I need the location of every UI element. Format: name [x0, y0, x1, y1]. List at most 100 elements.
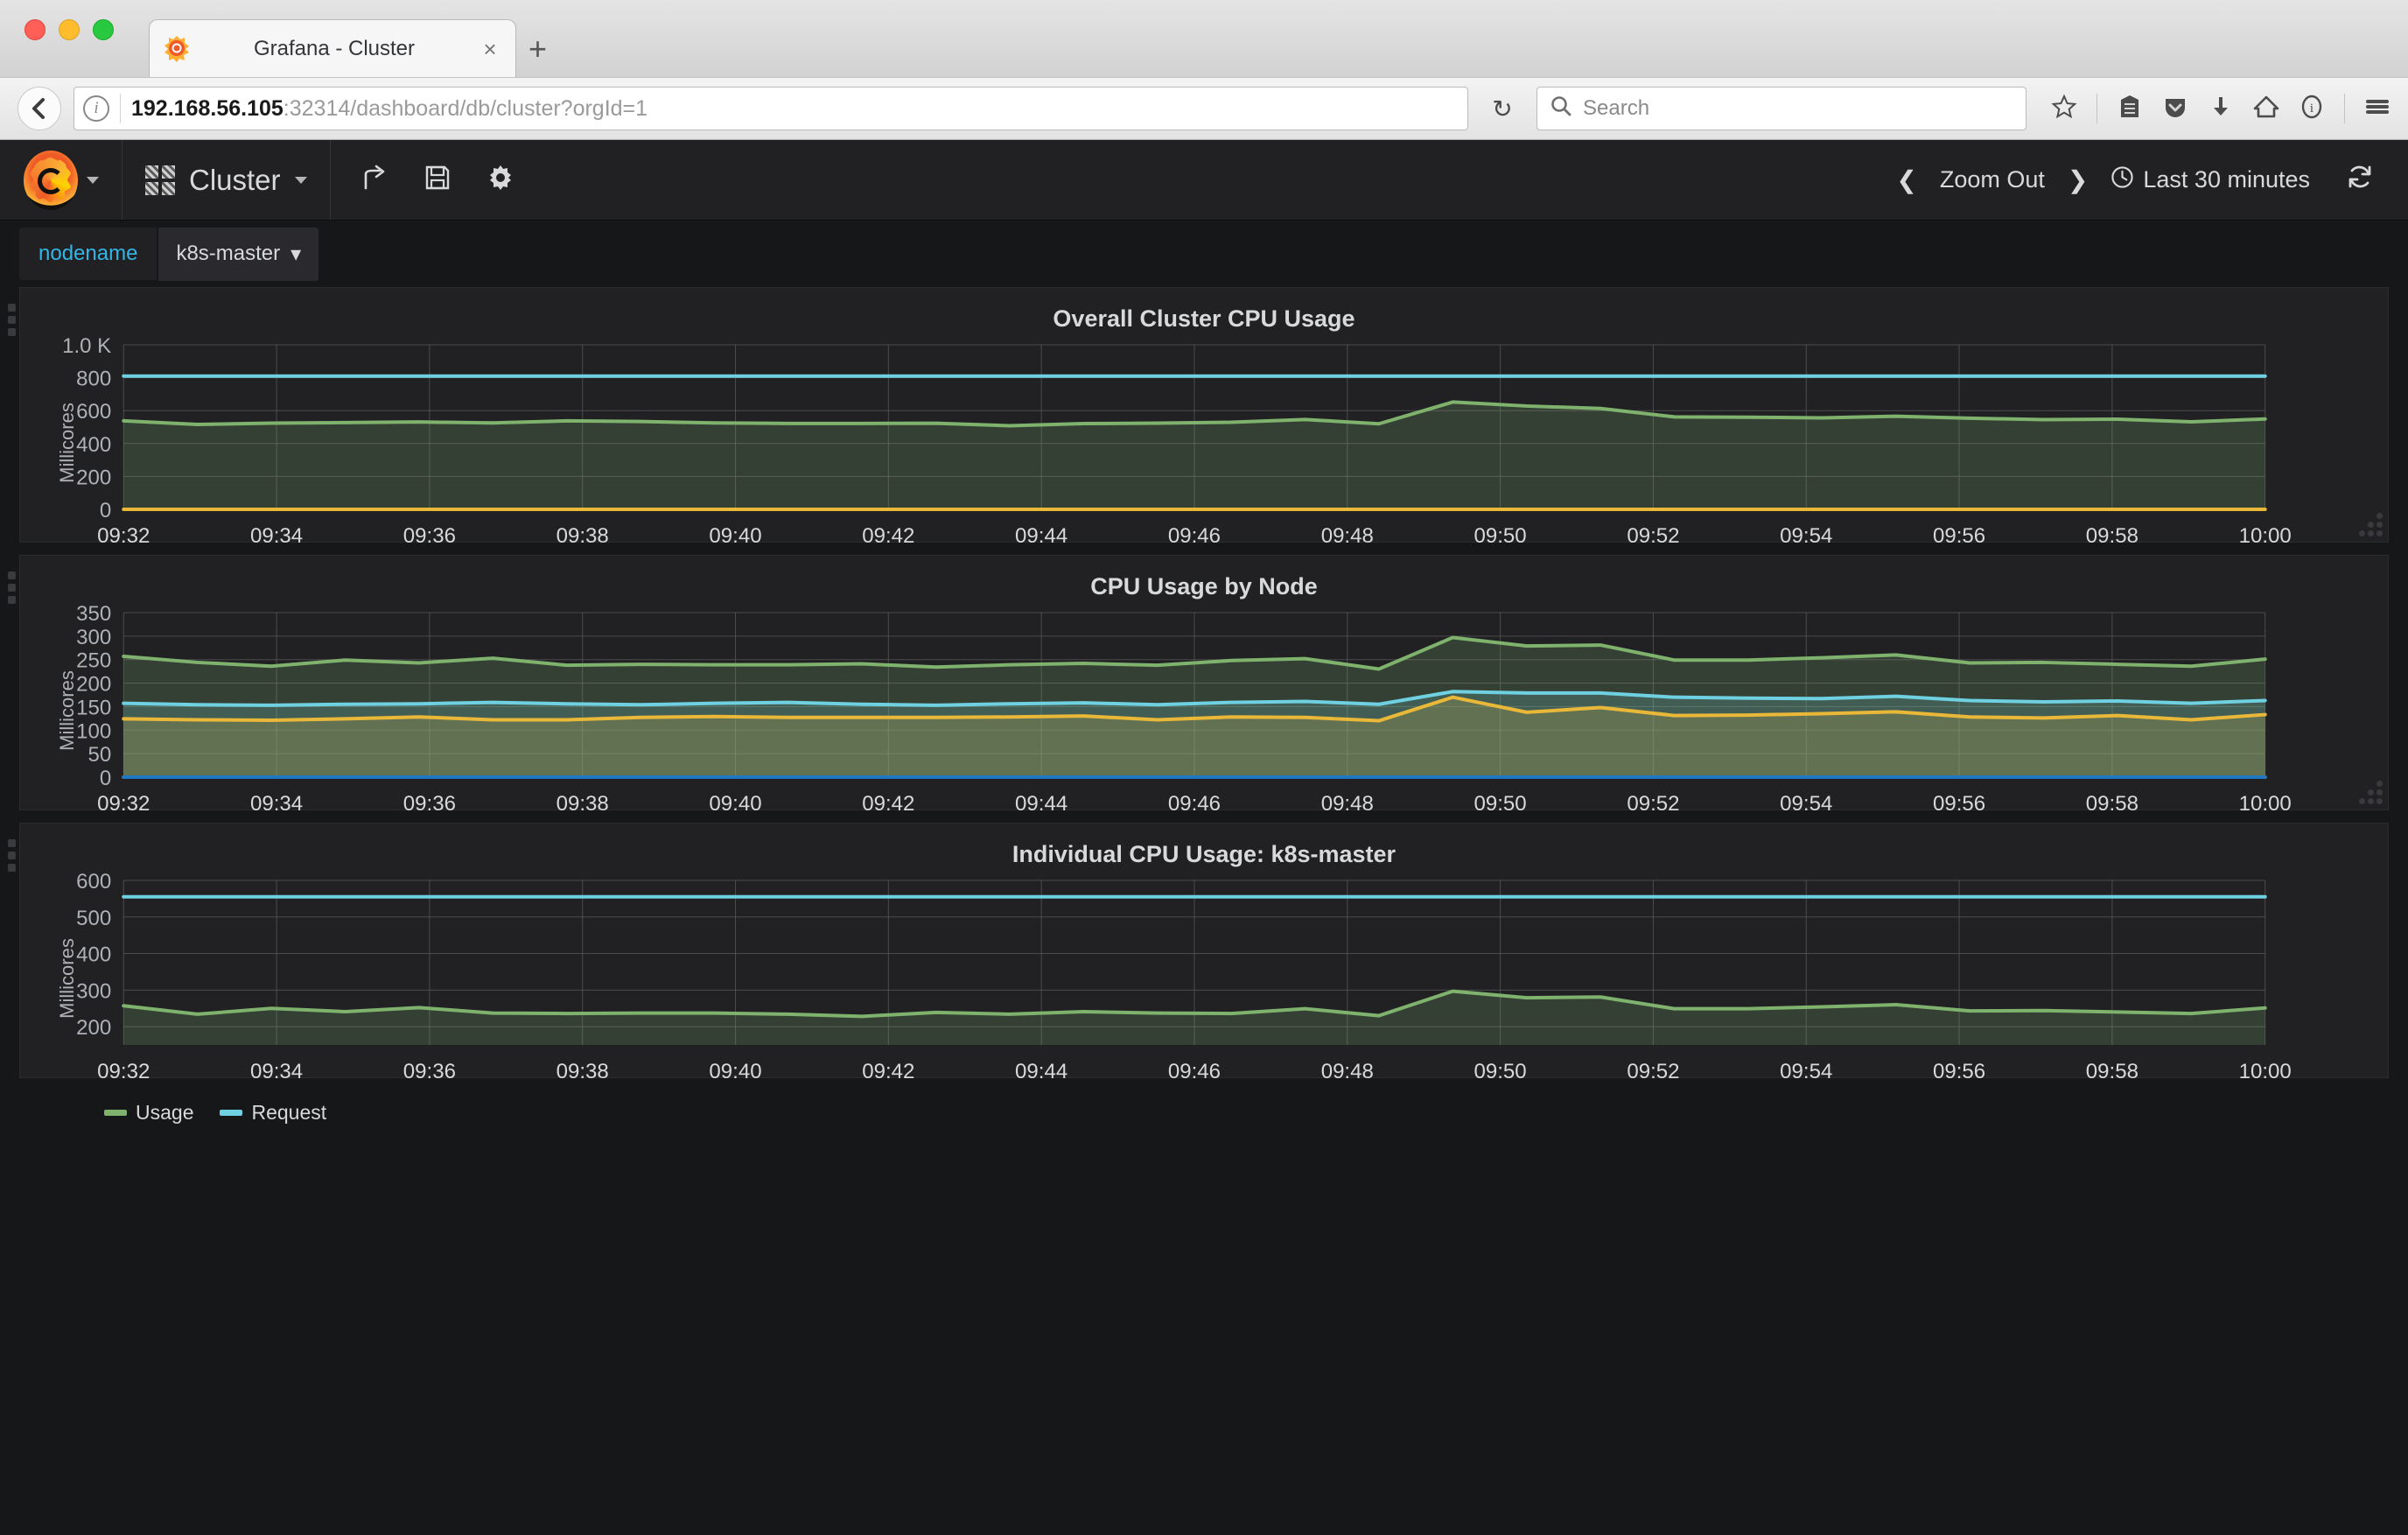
svg-text:09:58: 09:58: [2086, 1060, 2138, 1083]
svg-text:09:32: 09:32: [97, 792, 150, 816]
y-axis-label: Millicores: [55, 403, 78, 483]
grafana-app: Cluster ❮ Zoom Out ❯ Last 30 minutes nod…: [0, 140, 2408, 1124]
settings-gear-icon[interactable]: [486, 164, 514, 196]
dashboard-panels: Overall Cluster CPU Usage Millicores 0 20…: [0, 287, 2408, 1124]
hamburger-menu-icon[interactable]: [2364, 94, 2390, 124]
svg-text:1.0 K: 1.0 K: [62, 338, 111, 358]
svg-text:09:46: 09:46: [1168, 792, 1221, 816]
svg-text:150: 150: [76, 696, 111, 719]
y-axis-label: Millicores: [55, 670, 78, 751]
share-icon[interactable]: [360, 164, 388, 196]
svg-text:09:56: 09:56: [1933, 1060, 1985, 1083]
grafana-home-button[interactable]: [0, 140, 122, 220]
template-variable-value: k8s-master: [176, 242, 281, 265]
home-icon[interactable]: [2253, 94, 2279, 124]
svg-text:09:54: 09:54: [1780, 792, 1832, 816]
panel-resize-handle[interactable]: [2358, 781, 2383, 804]
svg-text:09:34: 09:34: [250, 792, 303, 816]
browser-tabstrip: Grafana - Cluster × +: [0, 0, 2408, 77]
time-prev-button[interactable]: ❮: [1896, 165, 1916, 194]
legend-item[interactable]: Usage: [104, 1101, 193, 1125]
svg-text:09:34: 09:34: [250, 524, 303, 548]
svg-text:09:38: 09:38: [556, 1060, 609, 1083]
chart-legend: Usage Request: [20, 1092, 2388, 1137]
search-input[interactable]: Search: [1536, 87, 2026, 130]
svg-text:800: 800: [76, 368, 111, 391]
svg-text:0: 0: [100, 767, 111, 790]
svg-text:300: 300: [76, 979, 111, 1003]
panel-title: CPU Usage by Node: [1090, 573, 1318, 599]
legend-item[interactable]: Request: [220, 1101, 326, 1125]
window-traffic-lights[interactable]: [24, 19, 114, 40]
plot-area[interactable]: Millicores 0 50 100 150 200 250 300 350 09:32 09:…: [20, 606, 2388, 824]
url-bar[interactable]: i 192.168.56.105:32314/dashboard/db/clus…: [74, 87, 1468, 130]
panel-resize-handle[interactable]: [2358, 513, 2383, 536]
chart-canvas[interactable]: 050100150200250300350 09:32 09:34 09:36 09:3…: [20, 606, 2388, 824]
svg-text:09:54: 09:54: [1780, 524, 1832, 548]
plot-area[interactable]: Millicores 0 200 400 600 800 1.0 K 09:32 09:34 0…: [20, 338, 2388, 557]
zoom-out-button[interactable]: Zoom Out: [1940, 166, 2045, 193]
chevron-down-icon[interactable]: [294, 176, 307, 184]
panel-title: Overall Cluster CPU Usage: [1053, 305, 1355, 332]
svg-text:10:00: 10:00: [2239, 524, 2292, 548]
clock-icon: [2110, 165, 2134, 195]
plot-area[interactable]: Millicores 200 300 400 500 600 09:32 09:34 09:3…: [20, 873, 2388, 1092]
panel-drag-handle[interactable]: [8, 571, 17, 604]
panel-individual-cpu-usage-k8s-master: Individual CPU Usage: k8s-master Millico…: [8, 823, 2389, 1124]
url-divider: [120, 94, 121, 123]
chevron-down-icon[interactable]: [86, 176, 99, 184]
panel-drag-handle[interactable]: [8, 304, 17, 336]
time-range-picker[interactable]: Last 30 minutes: [2110, 165, 2310, 195]
template-variables-bar: nodename k8s-master ▾: [0, 221, 2408, 287]
reload-icon[interactable]: ↻: [1480, 95, 1524, 123]
toolbar-divider-2: [2344, 94, 2345, 123]
browser-tab[interactable]: Grafana - Cluster ×: [149, 19, 516, 77]
panel-overall-cluster-cpu-usage: Overall Cluster CPU Usage Millicores 0 20…: [8, 287, 2389, 588]
svg-text:200: 200: [76, 466, 111, 489]
svg-text:200: 200: [76, 673, 111, 697]
svg-text:400: 400: [76, 433, 111, 457]
y-axis-label: Millicores: [55, 938, 78, 1019]
time-controls: ❮ Zoom Out ❯ Last 30 minutes: [1896, 140, 2408, 220]
minimize-window-button[interactable]: [59, 19, 80, 40]
close-icon[interactable]: ×: [477, 38, 503, 60]
panel-drag-handle[interactable]: [8, 839, 17, 872]
tab-title: Grafana - Cluster: [253, 36, 416, 60]
svg-text:09:52: 09:52: [1627, 1060, 1679, 1083]
template-variable-nodename-select[interactable]: k8s-master ▾: [158, 227, 319, 281]
chart-canvas[interactable]: 200 300 400 500 600 09:32 09:34 09:36 09:38 09:40…: [20, 873, 2388, 1092]
svg-text:09:48: 09:48: [1321, 524, 1374, 548]
svg-text:09:50: 09:50: [1474, 792, 1527, 816]
downloads-icon[interactable]: [2208, 94, 2234, 124]
svg-text:09:42: 09:42: [862, 1060, 914, 1083]
svg-text:50: 50: [88, 743, 111, 767]
svg-text:250: 250: [76, 649, 111, 673]
time-next-button[interactable]: ❯: [2068, 165, 2088, 194]
svg-text:0: 0: [100, 499, 111, 522]
browser-navbar: i 192.168.56.105:32314/dashboard/db/clus…: [0, 77, 2408, 140]
save-icon[interactable]: [424, 164, 452, 196]
svg-text:09:44: 09:44: [1015, 524, 1068, 548]
refresh-icon[interactable]: [2333, 164, 2373, 197]
pocket-icon[interactable]: [2162, 94, 2188, 124]
svg-text:09:36: 09:36: [403, 524, 456, 548]
maximize-window-button[interactable]: [93, 19, 114, 40]
svg-text:09:46: 09:46: [1168, 1060, 1221, 1083]
dashboard-tools: [331, 140, 544, 220]
account-info-icon[interactable]: i: [2299, 94, 2325, 124]
svg-text:09:56: 09:56: [1933, 524, 1985, 548]
site-info-icon[interactable]: i: [83, 95, 109, 122]
close-window-button[interactable]: [24, 19, 46, 40]
chevron-down-icon: ▾: [290, 242, 302, 266]
chart-canvas[interactable]: 0 200 400 600 800 1.0 K 09:32 09:34 09:36 09:38 09…: [20, 338, 2388, 557]
back-button[interactable]: [18, 87, 61, 130]
bookmark-star-icon[interactable]: [2051, 94, 2077, 124]
new-tab-icon[interactable]: +: [528, 33, 547, 65]
url-path: :32314/dashboard/db/cluster?orgId=1: [283, 95, 648, 121]
library-icon[interactable]: [2117, 94, 2143, 124]
svg-text:09:40: 09:40: [709, 524, 761, 548]
svg-text:100: 100: [76, 719, 111, 743]
url-host: 192.168.56.105: [131, 95, 284, 121]
dashboard-picker[interactable]: Cluster: [122, 140, 331, 220]
search-icon: [1550, 95, 1572, 123]
